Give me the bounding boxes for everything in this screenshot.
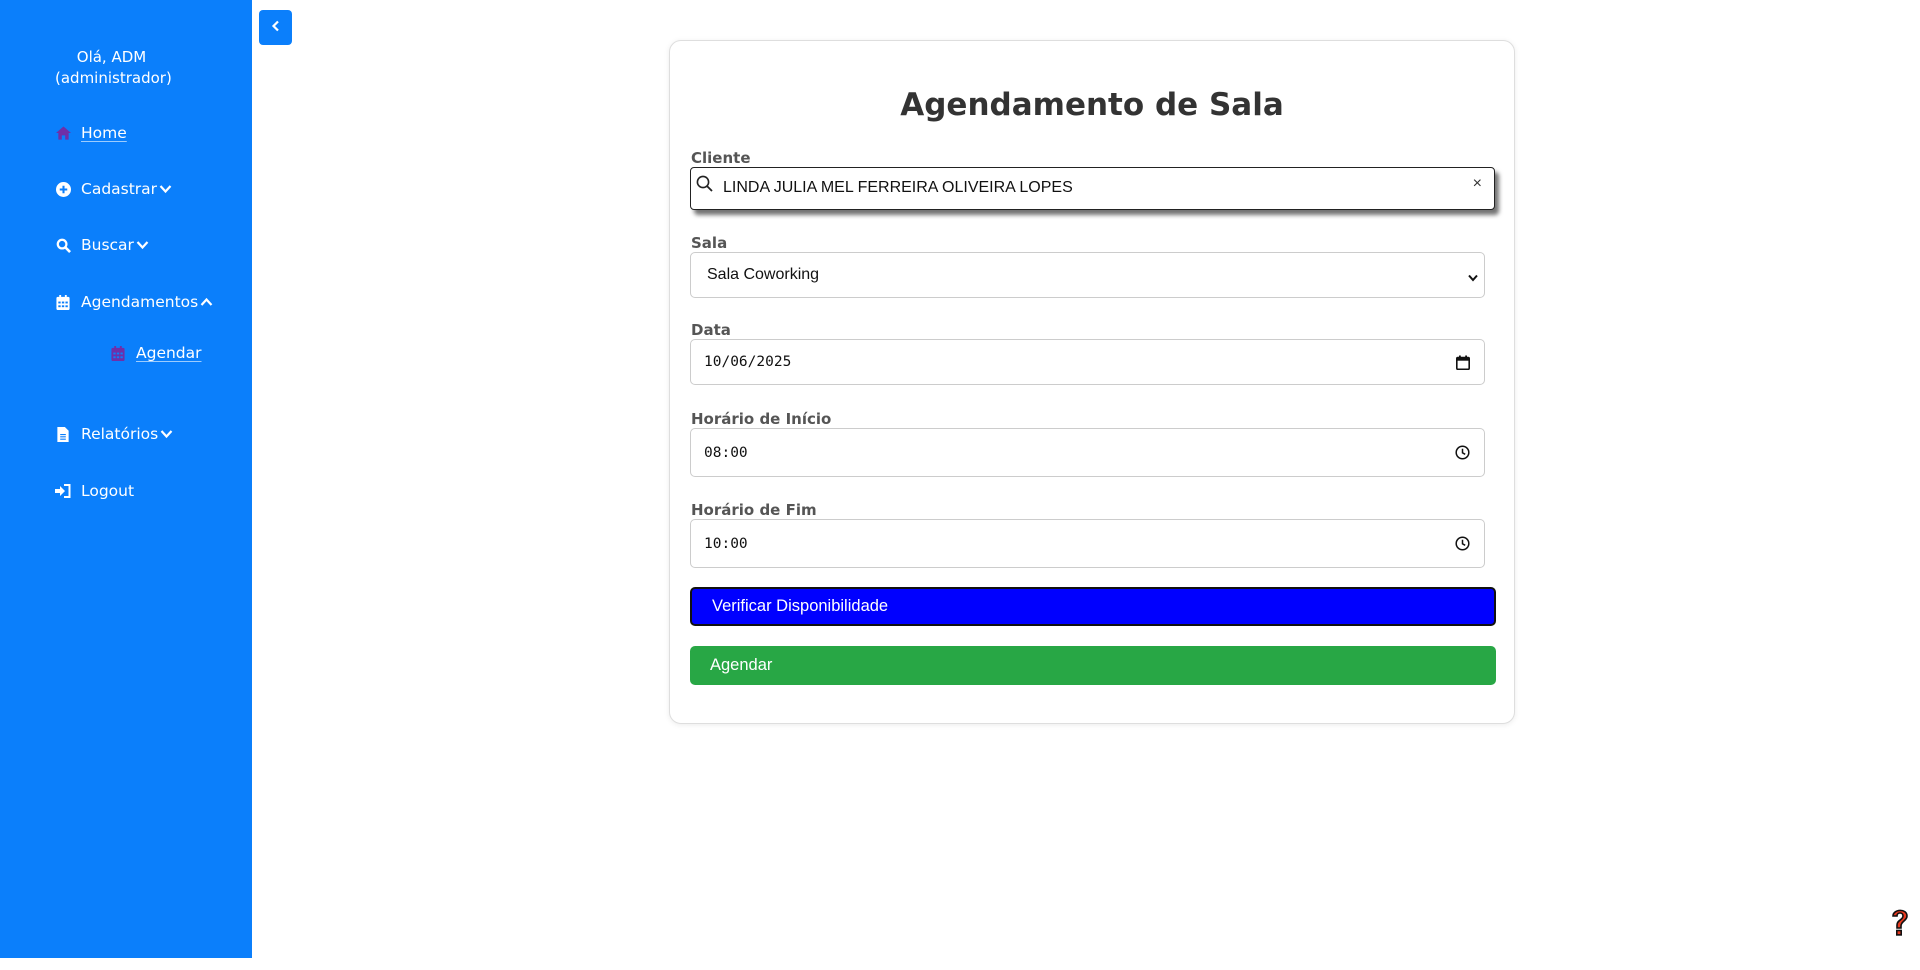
chevron-up-icon: [200, 297, 213, 307]
calendar-icon: [110, 345, 126, 361]
sala-value: Sala Coworking: [707, 266, 820, 283]
horario-inicio-value: 08:00: [704, 444, 748, 461]
data-label: Data: [691, 321, 731, 339]
home-icon: [55, 125, 71, 141]
calendar-icon[interactable]: [1456, 355, 1470, 375]
cliente-value: LINDA JULIA MEL FERREIRA OLIVEIRA LOPES: [723, 179, 1073, 196]
sidebar-item-home[interactable]: Home: [55, 124, 127, 142]
calendar-icon: [55, 294, 71, 310]
sidebar-toggle-button[interactable]: [259, 10, 292, 45]
data-value: 10/06/2025: [704, 354, 792, 370]
sidebar-item-buscar[interactable]: Buscar: [55, 236, 149, 254]
chevron-down-icon: [1467, 270, 1479, 288]
scheduling-form-card: Agendamento de Sala Cliente LINDA JULIA …: [669, 40, 1515, 724]
clock-icon[interactable]: [1455, 536, 1470, 556]
sidebar-item-label: Logout: [81, 482, 135, 500]
sala-select[interactable]: Sala Coworking: [690, 252, 1485, 298]
agendar-button[interactable]: Agendar: [690, 646, 1496, 685]
file-icon: [55, 426, 71, 442]
sidebar-item-label: Agendamentos: [81, 293, 199, 311]
plus-circle-icon: [55, 181, 71, 197]
horario-fim-value: 10:00: [704, 535, 748, 552]
sidebar-item-label: Home: [81, 124, 127, 142]
horario-fim-label: Horário de Fim: [691, 501, 817, 519]
cliente-search-input[interactable]: LINDA JULIA MEL FERREIRA OLIVEIRA LOPES …: [690, 167, 1495, 210]
search-icon: [695, 174, 715, 199]
clear-icon[interactable]: ×: [1473, 175, 1482, 193]
sign-out-icon: [55, 483, 71, 499]
sidebar-item-cadastrar[interactable]: Cadastrar: [55, 180, 172, 198]
sidebar-item-logout[interactable]: Logout: [55, 482, 134, 500]
sidebar-item-agendar[interactable]: Agendar: [110, 344, 202, 362]
horario-fim-input[interactable]: 10:00: [690, 519, 1485, 568]
sidebar-item-agendamentos[interactable]: Agendamentos: [55, 293, 213, 311]
chevron-down-icon: [136, 240, 149, 250]
help-question-icon[interactable]: [1889, 906, 1911, 940]
sidebar-item-label: Relatórios: [81, 425, 159, 443]
page-title: Agendamento de Sala: [900, 87, 1284, 123]
clock-icon[interactable]: [1455, 445, 1470, 465]
horario-inicio-label: Horário de Início: [691, 410, 832, 428]
chevron-down-icon: [160, 429, 173, 439]
user-greeting: Olá, ADM (administrador): [55, 48, 172, 87]
sidebar-item-label: Cadastrar: [81, 180, 158, 198]
search-icon: [55, 237, 71, 253]
chevron-down-icon: [159, 184, 172, 194]
sidebar-item-label: Agendar: [136, 344, 202, 362]
sidebar: Olá, ADM (administrador) Home Cadastrar …: [0, 0, 252, 958]
verificar-disponibilidade-button[interactable]: Verificar Disponibilidade: [690, 587, 1496, 626]
sidebar-item-relatorios[interactable]: Relatórios: [55, 425, 173, 443]
data-date-input[interactable]: 10/06/2025: [690, 339, 1485, 385]
sidebar-item-label: Buscar: [81, 236, 134, 254]
horario-inicio-input[interactable]: 08:00: [690, 428, 1485, 477]
chevron-left-icon: [271, 19, 281, 37]
sala-label: Sala: [691, 234, 728, 252]
cliente-label: Cliente: [691, 149, 751, 167]
